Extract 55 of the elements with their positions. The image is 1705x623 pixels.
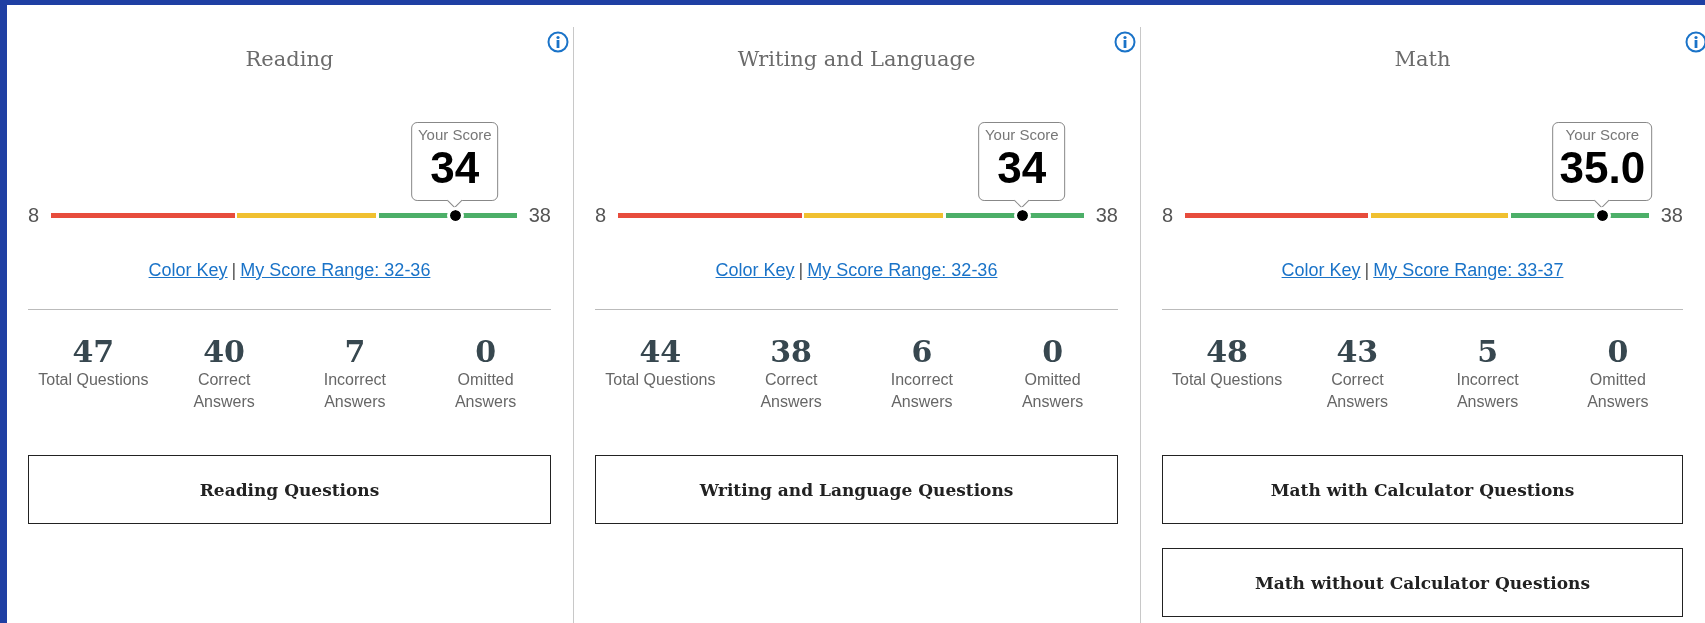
scale-min: 8 xyxy=(28,204,40,227)
score-label: Your Score xyxy=(1564,126,1641,144)
color-key-link[interactable]: Color Key xyxy=(1281,260,1361,280)
score-range-link[interactable]: My Score Range: 32-36 xyxy=(240,260,431,280)
scale-min: 8 xyxy=(1162,204,1174,227)
stat-label: Omitted Answers xyxy=(1586,370,1650,412)
questions-button[interactable]: Math without Calculator Questions xyxy=(1162,548,1683,617)
section-title: Writing and Language xyxy=(736,47,977,73)
stat-value: 47 xyxy=(71,335,116,369)
stat-value: 38 xyxy=(769,335,813,369)
section-title: Reading xyxy=(244,47,335,73)
color-key-link[interactable]: Color Key xyxy=(148,260,228,280)
color-key-link[interactable]: Color Key xyxy=(715,260,795,280)
info-icon[interactable] xyxy=(1685,31,1705,53)
stat-value: 48 xyxy=(1205,335,1249,369)
stat-label: Total Questions xyxy=(1171,370,1284,390)
stat-label: Correct Answers xyxy=(759,370,823,412)
stat-value: 0 xyxy=(1606,335,1630,369)
link-separator: | xyxy=(231,260,237,280)
stat-label: Correct Answers xyxy=(1325,370,1390,412)
info-icon[interactable] xyxy=(1114,31,1136,53)
stat-value: 6 xyxy=(910,335,934,369)
stat-value: 5 xyxy=(1476,335,1500,369)
scale-min: 8 xyxy=(595,204,607,227)
questions-button[interactable]: Reading Questions xyxy=(28,455,551,524)
scale-max: 38 xyxy=(1095,204,1118,227)
score-value: 34 xyxy=(996,143,1048,194)
stat-label: Total Questions xyxy=(37,370,150,390)
score-range-link[interactable]: My Score Range: 32-36 xyxy=(807,260,998,280)
questions-button[interactable]: Math with Calculator Questions xyxy=(1162,455,1683,524)
score-range-link[interactable]: My Score Range: 33-37 xyxy=(1373,260,1564,280)
stat-value: 44 xyxy=(638,335,683,369)
stat-label: Total Questions xyxy=(604,370,717,390)
scale-max: 38 xyxy=(1660,204,1683,227)
score-value: 35.0 xyxy=(1559,143,1646,194)
info-icon[interactable] xyxy=(547,31,569,53)
stat-label: Incorrect Answers xyxy=(1455,370,1520,412)
stat-label: Correct Answers xyxy=(192,370,256,412)
stat-label: Omitted Answers xyxy=(453,370,518,412)
score-label: Your Score xyxy=(418,126,492,144)
score-value: 34 xyxy=(429,143,481,194)
section-title: Math xyxy=(1393,47,1452,73)
stat-value: 0 xyxy=(474,335,498,369)
scale-max: 38 xyxy=(528,204,551,227)
stat-label: Omitted Answers xyxy=(1020,370,1085,412)
link-separator: | xyxy=(1364,260,1370,280)
questions-button[interactable]: Writing and Language Questions xyxy=(595,455,1118,524)
stat-value: 0 xyxy=(1041,335,1065,369)
stat-value: 7 xyxy=(343,335,367,369)
stat-value: 40 xyxy=(202,335,246,369)
score-label: Your Score xyxy=(985,126,1059,144)
link-separator: | xyxy=(798,260,804,280)
stat-label: Incorrect Answers xyxy=(322,370,387,412)
stat-value: 43 xyxy=(1335,335,1380,369)
stat-label: Incorrect Answers xyxy=(889,370,954,412)
